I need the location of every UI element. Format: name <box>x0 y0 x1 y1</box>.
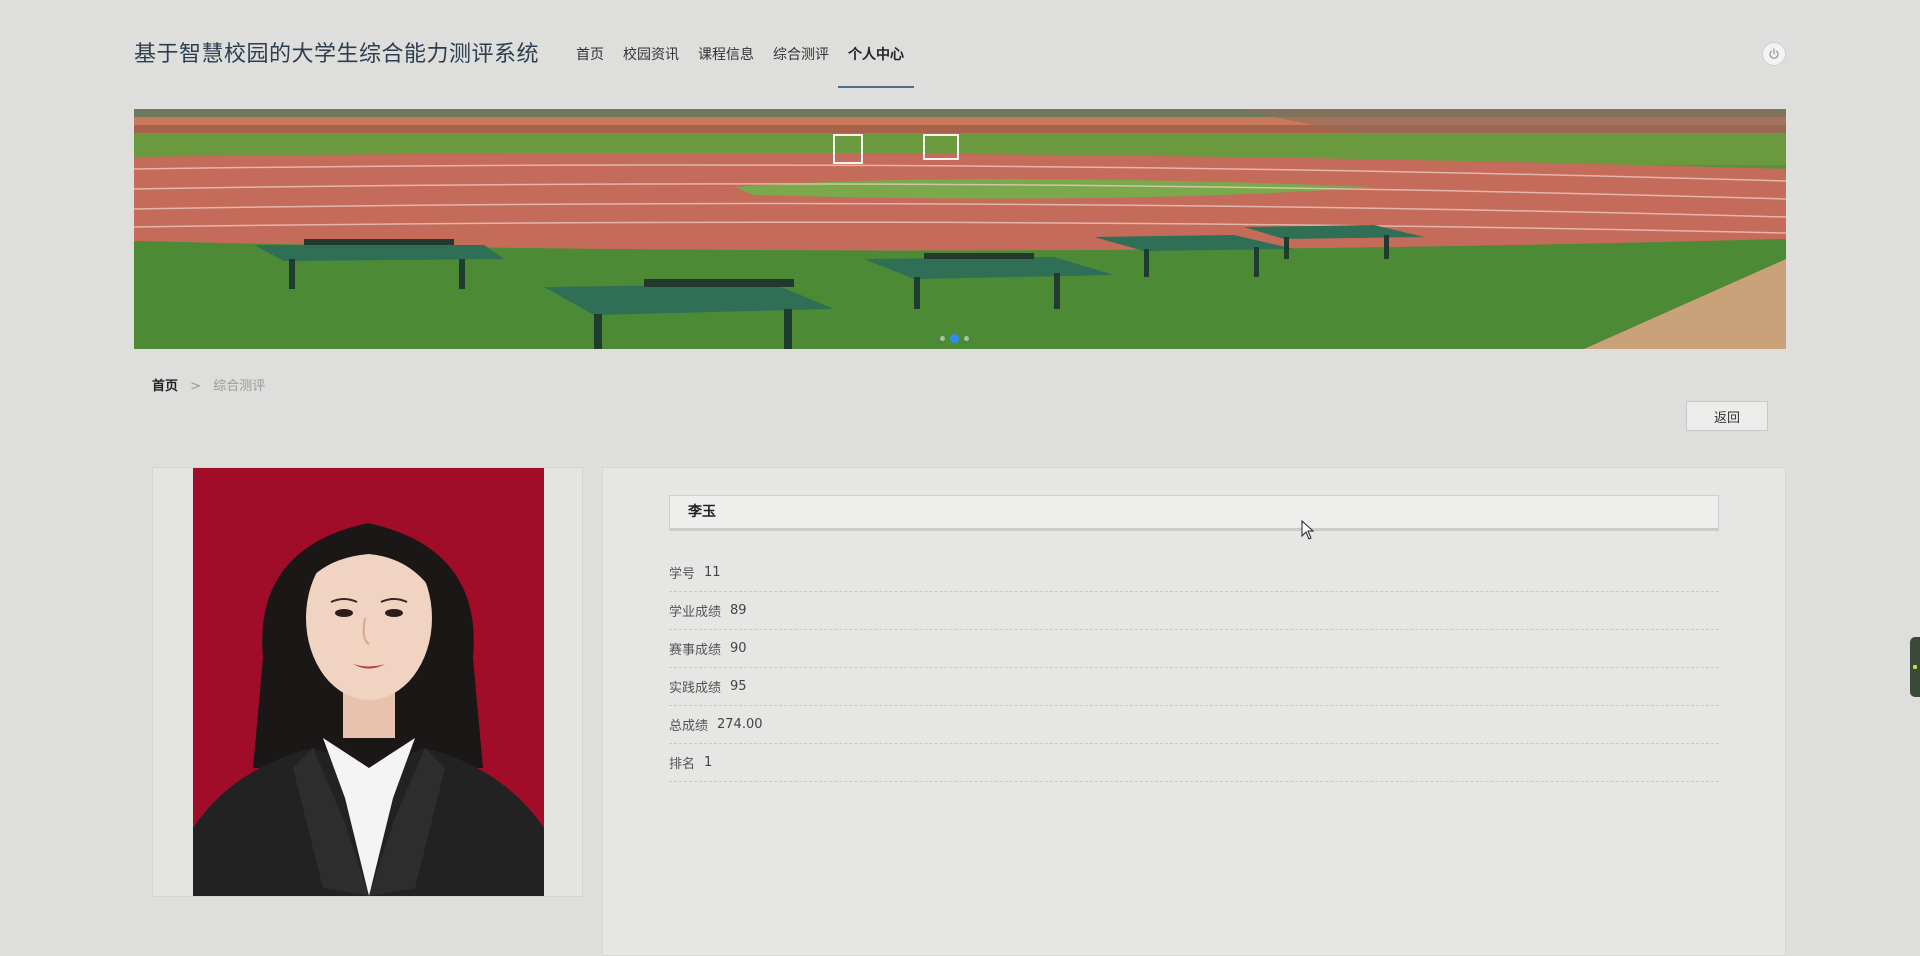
field-row-student-id: 学号 11 <box>669 554 1719 592</box>
profile-name: 李玉 <box>669 495 1719 531</box>
power-icon <box>1769 48 1779 59</box>
carousel-indicators <box>940 334 969 343</box>
profile-info-panel: 李玉 学号 11 学业成绩 89 赛事成绩 90 实践成绩 95 总成绩 274… <box>602 467 1786 956</box>
main-nav: 首页 校园资讯 课程信息 综合测评 个人中心 <box>576 36 923 88</box>
field-row-total-score: 总成绩 274.00 <box>669 706 1719 744</box>
field-label: 排名 <box>669 757 696 772</box>
field-row-academic-score: 学业成绩 89 <box>669 592 1719 630</box>
site-title: 基于智慧校园的大学生综合能力测评系统 <box>134 42 540 67</box>
field-label: 实践成绩 <box>669 681 722 696</box>
logout-button[interactable] <box>1762 42 1786 66</box>
profile-photo-frame <box>152 467 583 897</box>
side-float-tab[interactable] <box>1910 637 1920 697</box>
carousel-dot[interactable] <box>940 336 945 341</box>
nav-item-campus-news[interactable]: 校园资讯 <box>623 36 679 88</box>
field-label: 学号 <box>669 567 696 582</box>
field-row-practice-score: 实践成绩 95 <box>669 668 1719 706</box>
mouse-cursor-icon <box>1301 520 1315 540</box>
profile-photo <box>193 468 544 896</box>
banner-image <box>134 109 1786 349</box>
breadcrumb-current: 综合测评 <box>213 379 266 394</box>
back-button[interactable]: 返回 <box>1686 401 1768 431</box>
field-value: 274.00 <box>717 717 763 732</box>
banner-carousel[interactable] <box>134 109 1786 349</box>
field-value: 11 <box>704 565 721 580</box>
field-value: 89 <box>730 603 747 618</box>
field-value: 90 <box>730 641 747 656</box>
profile-field-list: 学号 11 学业成绩 89 赛事成绩 90 实践成绩 95 总成绩 274.00… <box>669 554 1719 782</box>
field-value: 1 <box>704 755 713 770</box>
field-label: 赛事成绩 <box>669 643 722 658</box>
nav-item-home[interactable]: 首页 <box>576 36 604 88</box>
page: 基于智慧校园的大学生综合能力测评系统 首页 校园资讯 课程信息 综合测评 个人中… <box>0 0 1920 956</box>
nav-item-personal-center[interactable]: 个人中心 <box>838 36 914 88</box>
nav-item-evaluation[interactable]: 综合测评 <box>773 36 829 88</box>
carousel-dot-active[interactable] <box>950 334 959 343</box>
field-row-competition-score: 赛事成绩 90 <box>669 630 1719 668</box>
carousel-dot[interactable] <box>964 336 969 341</box>
nav-item-course-info[interactable]: 课程信息 <box>698 36 754 88</box>
breadcrumb-home-link[interactable]: 首页 <box>152 379 178 394</box>
field-row-rank: 排名 1 <box>669 744 1719 782</box>
breadcrumb: 首页 > 综合测评 <box>152 375 265 394</box>
field-label: 总成绩 <box>669 719 709 734</box>
field-value: 95 <box>730 679 747 694</box>
breadcrumb-separator: > <box>190 379 202 394</box>
field-label: 学业成绩 <box>669 605 722 620</box>
